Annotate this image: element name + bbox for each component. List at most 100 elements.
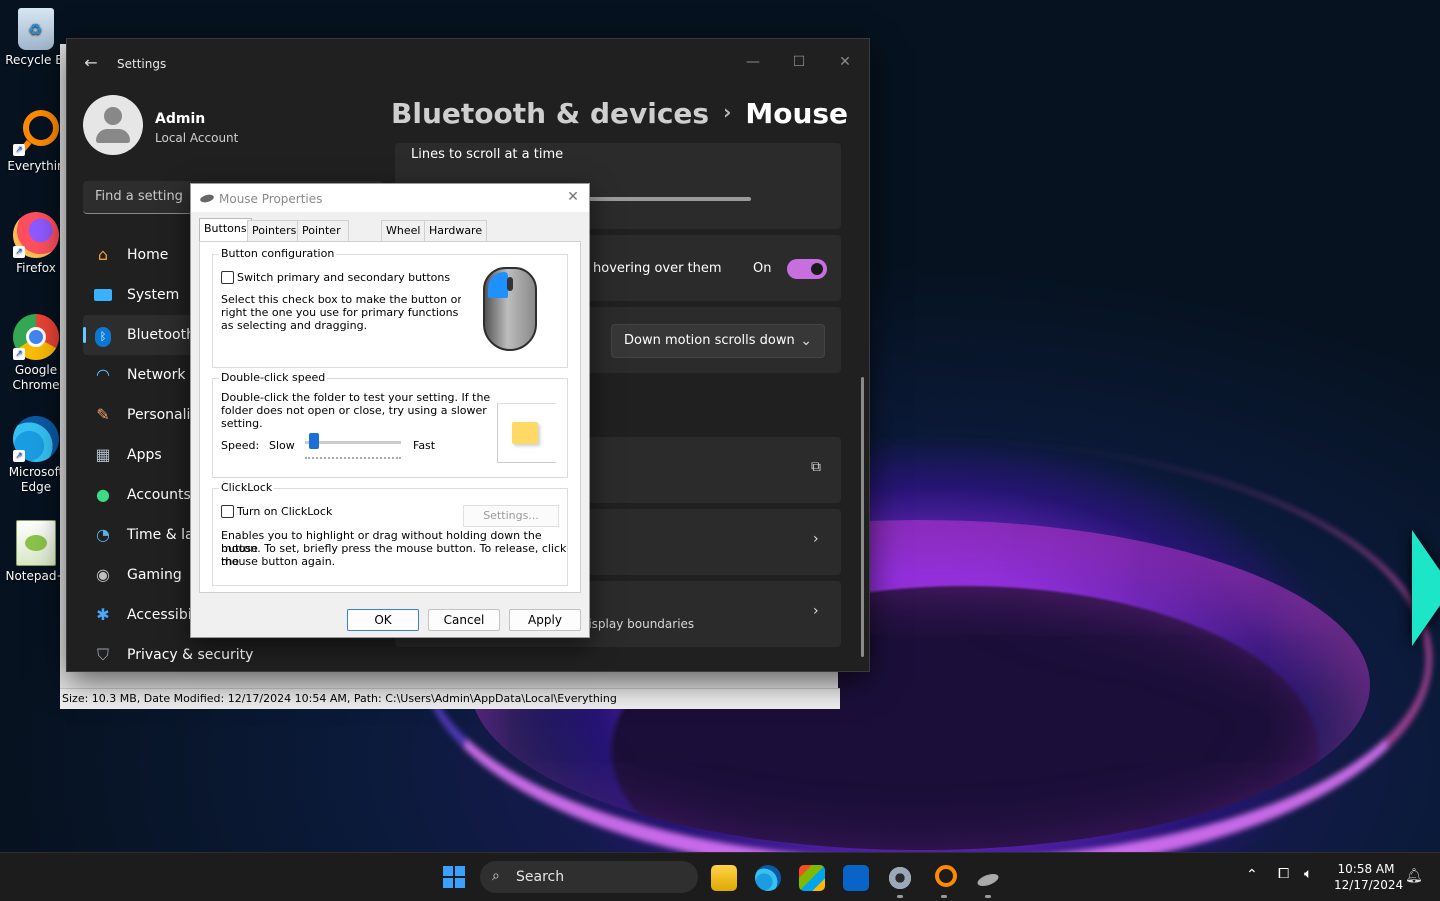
maximize-button[interactable]: ☐ [779, 47, 819, 77]
hover-scroll-toggle[interactable] [787, 259, 827, 279]
hover-scroll-label: hovering over them [593, 261, 722, 276]
shortcut-arrow-icon: ↗ [13, 144, 25, 156]
clicklock-group: ClickLock Turn on ClickLock Settings... … [212, 481, 568, 586]
breadcrumb: Bluetooth & devices › Mouse [391, 97, 848, 130]
everything-icon: ↗ [13, 110, 59, 157]
avatar [83, 95, 143, 155]
windows-logo-tile [455, 878, 465, 888]
tab-hardware[interactable]: Hardware [424, 220, 488, 241]
apply-button[interactable]: Apply [509, 609, 581, 631]
chevron-right-icon: › [813, 603, 819, 619]
button-configuration-group: Button configuration Switch primary and … [212, 247, 568, 368]
wifi-icon: ◠ [96, 365, 110, 384]
mouse-icon[interactable] [975, 865, 1001, 898]
double-click-speed-group: Double-click speed Double-click the fold… [212, 371, 568, 478]
folder-icon[interactable] [512, 422, 538, 444]
gamepad-icon: ◉ [96, 565, 110, 584]
shortcut-arrow-icon: ↗ [13, 348, 25, 360]
tab-pointers[interactable]: Pointers [247, 220, 302, 241]
speed-slow-label: Slow [269, 439, 295, 452]
display-boundaries-label: lisplay boundaries [585, 617, 695, 631]
maximize-icon: ☐ [792, 54, 806, 70]
settings-title-bar[interactable]: ← Settings — ☐ ✕ [67, 39, 869, 87]
bluetooth-icon: ᛒ [93, 325, 113, 347]
mouse-body-icon [483, 267, 537, 351]
tab-wheel[interactable]: Wheel [381, 220, 426, 241]
clicklock-checkbox[interactable] [221, 505, 234, 518]
switch-buttons-label[interactable]: Switch primary and secondary buttons [237, 271, 450, 284]
outlook-icon[interactable] [843, 865, 869, 891]
chrome-icon: ↗ [13, 314, 59, 360]
double-click-speed-track[interactable] [305, 441, 401, 444]
double-click-desc-1: Double-click the folder to test your set… [221, 391, 491, 404]
nav-item-privacy-security[interactable]: ⛉ Privacy & security [83, 635, 383, 675]
ok-button[interactable]: OK [347, 609, 419, 631]
double-click-desc-3: setting. [221, 417, 263, 430]
accessibility-icon: ✱ [96, 605, 110, 624]
clicklock-title: ClickLock [219, 481, 275, 494]
notification-bell-icon[interactable]: 🔔︎ [1405, 868, 1423, 884]
mouse-properties-dialog[interactable]: Mouse Properties ✕ Buttons Pointers Poin… [190, 183, 590, 638]
switch-buttons-checkbox[interactable] [221, 271, 234, 284]
store-icon[interactable] [799, 865, 825, 891]
minimize-button[interactable]: — [733, 47, 773, 77]
close-button[interactable]: ✕ [825, 47, 865, 77]
breadcrumb-parent[interactable]: Bluetooth & devices [391, 97, 709, 130]
chevron-down-icon: ⌄ [800, 333, 812, 349]
file-explorer-icon[interactable] [711, 865, 737, 891]
settings-scrollbar[interactable] [861, 377, 864, 657]
switch-buttons-desc-1: Select this check box to make the button… [221, 293, 486, 306]
home-icon: ⌂ [97, 245, 109, 264]
windows-logo-icon [443, 866, 453, 876]
everything-icon[interactable] [931, 865, 957, 898]
search-icon: ⌕ [492, 868, 500, 884]
firefox-icon: ↗ [13, 212, 59, 258]
volume-icon[interactable]: 🔈︎ [1304, 866, 1312, 882]
account-type: Local Account [155, 131, 239, 145]
arrow-left-icon: ← [84, 53, 98, 72]
clock-date: 12/17/2024 [1334, 878, 1404, 892]
settings-icon[interactable] [887, 865, 913, 898]
mouse-wheel-icon [507, 277, 513, 291]
search-placeholder: Find a setting [95, 189, 183, 204]
brush-icon: ✎ [96, 405, 110, 424]
cancel-button[interactable]: Cancel [428, 609, 500, 631]
button-configuration-title: Button configuration [219, 247, 337, 260]
taskbar-search-label: Search [516, 869, 565, 885]
tab-pointer-options[interactable]: Pointer Options [297, 220, 350, 257]
notepadpp-icon [16, 520, 56, 566]
person-icon: ● [96, 485, 110, 504]
scroll-direction-dropdown[interactable]: Down motion scrolls down ⌄ [611, 324, 825, 358]
user-profile[interactable]: Admin Local Account [83, 95, 323, 159]
double-click-speed-thumb[interactable] [309, 433, 320, 449]
tab-buttons[interactable]: Buttons [199, 218, 252, 241]
clicklock-settings-button[interactable]: Settings... [463, 505, 559, 527]
edge-icon[interactable] [755, 865, 781, 891]
taskbar-search[interactable]: ⌕ Search [480, 861, 698, 893]
clicklock-label[interactable]: Turn on ClickLock [237, 505, 332, 518]
page-title: Mouse [745, 97, 849, 130]
back-button[interactable]: ← [81, 53, 101, 73]
everything-status-bar: Size: 10.3 MB, Date Modified: 12/17/2024… [60, 688, 840, 709]
shield-icon: ⛉ [96, 645, 109, 664]
start-button[interactable] [443, 866, 465, 888]
switch-buttons-desc-3: as selecting and dragging. [221, 319, 368, 332]
monitor-icon [93, 285, 113, 305]
network-icon[interactable]: ⧠ [1278, 866, 1289, 882]
test-folder-area[interactable] [497, 403, 556, 463]
shortcut-arrow-icon: ↗ [13, 246, 25, 258]
taskbar-clock[interactable]: 10:58 AM 12/17/2024 [1334, 861, 1404, 893]
switch-buttons-desc-2: right the one you use for primary functi… [221, 306, 488, 319]
close-icon: ✕ [839, 54, 851, 70]
double-click-desc-2: folder does not open or close, try using… [221, 404, 487, 417]
hover-scroll-state: On [753, 261, 772, 276]
mouse-icon [199, 193, 215, 204]
dialog-title-bar[interactable]: Mouse Properties ✕ [191, 184, 589, 212]
clock-icon: ◔ [96, 525, 110, 544]
primary-button-highlight [488, 272, 508, 298]
shortcut-arrow-icon: ↗ [13, 450, 25, 462]
speed-fast-label: Fast [413, 439, 436, 452]
dialog-close-button[interactable]: ✕ [565, 189, 581, 205]
double-click-title: Double-click speed [219, 371, 328, 384]
chevron-up-icon[interactable]: ⌃ [1246, 867, 1258, 883]
